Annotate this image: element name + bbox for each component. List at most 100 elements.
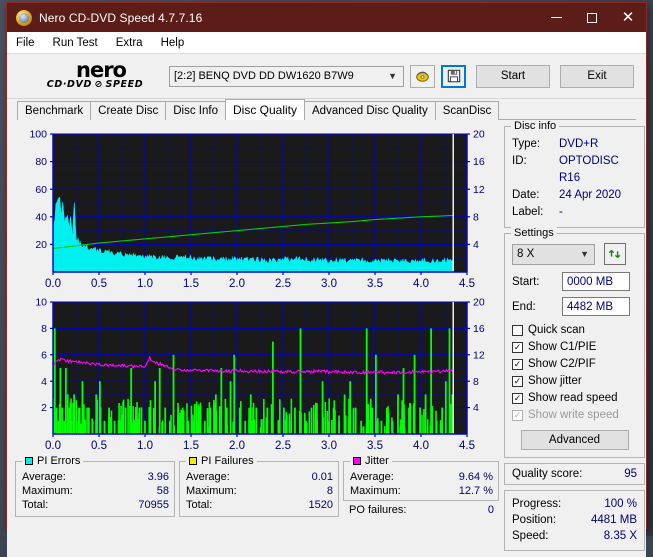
pi-errors-swatch [25, 457, 33, 465]
svg-text:1.0: 1.0 [137, 440, 153, 452]
quality-score-box: Quality score: 95 [504, 463, 645, 485]
quality-score-label: Quality score: [512, 468, 582, 480]
svg-text:6: 6 [41, 349, 47, 361]
progress-label: Progress: [512, 496, 561, 512]
svg-text:4.5: 4.5 [459, 440, 475, 452]
start-field-row: Start: 0000 MB [512, 272, 637, 291]
svg-text:2.5: 2.5 [275, 278, 291, 290]
title-bar: Nero CD-DVD Speed 4.7.7.16 ✕ [7, 3, 646, 32]
checkbox-checked-icon: ✓ [512, 359, 523, 370]
disc-info-label: Disc info [511, 120, 559, 132]
svg-text:40: 40 [35, 211, 47, 223]
floppy-save-icon[interactable] [441, 65, 466, 88]
disc-quality-panel: 20406080100481216200.00.51.01.52.02.53.0… [7, 120, 646, 557]
pi-errors-average-label: Average: [22, 470, 66, 484]
stats-row: PI Errors Average: 3.96 Maximum: 58 Tota… [15, 461, 499, 517]
pi-errors-total-value: 70955 [138, 498, 169, 512]
window-title: Nero CD-DVD Speed 4.7.7.16 [39, 11, 202, 25]
speed-select[interactable]: 8 X ▼ [512, 244, 595, 265]
start-button[interactable]: Start [476, 65, 550, 88]
menu-run-test[interactable]: Run Test [53, 35, 107, 51]
menu-help[interactable]: Help [161, 35, 194, 51]
pi-failures-average-value: 0.01 [312, 470, 333, 484]
svg-text:0.0: 0.0 [45, 440, 61, 452]
exit-button[interactable]: Exit [560, 65, 634, 88]
menu-extra[interactable]: Extra [116, 35, 152, 51]
checkbox-checked-icon: ✓ [512, 342, 523, 353]
menu-bar: File Run Test Extra Help [7, 32, 646, 54]
minimize-icon[interactable] [538, 3, 574, 32]
progress-value: 100 % [604, 496, 637, 512]
jitter-average-value: 9.64 % [459, 470, 493, 484]
svg-text:20: 20 [473, 297, 485, 309]
tab-disc-quality[interactable]: Disc Quality [225, 99, 305, 120]
speed-select-value: 8 X [517, 248, 534, 260]
po-failures-value: 0 [488, 503, 494, 517]
disc-id-value: OPTODISC R16 [559, 153, 637, 187]
table-row: Average: 3.96 [22, 470, 169, 484]
svg-text:1.0: 1.0 [137, 278, 153, 290]
nero-cd-dvd-speed-window: Nero CD-DVD Speed 4.7.7.16 ✕ File Run Te… [6, 2, 647, 529]
end-input[interactable]: 4482 MB [562, 297, 630, 316]
checkbox-checked-icon: ✓ [512, 376, 523, 387]
pi-failures-stats: PI Failures Average: 0.01 Maximum: 8 Tot… [179, 461, 339, 517]
disc-label-value: - [559, 204, 563, 221]
pif-jitter-chart: 246810481216200.00.51.01.52.02.53.03.54.… [15, 294, 499, 456]
pi-errors-average-value: 3.96 [148, 470, 169, 484]
checkbox-show-read-speed[interactable]: ✓ Show read speed [512, 390, 637, 407]
checkbox-show-write-speed-label: Show write speed [528, 407, 619, 424]
drive-select-value: [2:2] BENQ DVD DD DW1620 B7W9 [174, 70, 354, 82]
svg-text:4: 4 [41, 376, 47, 388]
drive-select[interactable]: [2:2] BENQ DVD DD DW1620 B7W9 ▼ [169, 66, 404, 87]
jitter-maximum-label: Maximum: [350, 484, 401, 498]
table-row: Maximum: 8 [186, 484, 333, 498]
checkbox-show-c1-pie[interactable]: ✓ Show C1/PIE [512, 339, 637, 356]
tab-benchmark[interactable]: Benchmark [17, 101, 91, 120]
disc-date-value: 24 Apr 2020 [559, 187, 621, 204]
svg-text:2.5: 2.5 [275, 440, 291, 452]
end-label: End: [512, 301, 562, 313]
checkbox-quick-scan-label: Quick scan [528, 322, 585, 339]
checkbox-show-jitter-label: Show jitter [528, 373, 582, 390]
disc-info-date-row: Date: 24 Apr 2020 [512, 187, 637, 204]
svg-text:60: 60 [35, 184, 47, 196]
checkbox-show-jitter[interactable]: ✓ Show jitter [512, 373, 637, 390]
pi-failures-total-value: 1520 [309, 498, 333, 512]
refresh-icon[interactable] [604, 243, 626, 265]
svg-text:20: 20 [35, 239, 47, 251]
charts-column: 20406080100481216200.00.51.01.52.02.53.0… [15, 126, 499, 551]
pi-errors-title: PI Errors [37, 455, 80, 467]
checkbox-quick-scan[interactable]: Quick scan [512, 322, 637, 339]
table-row: Total: 70955 [22, 498, 169, 512]
tab-advanced-disc-quality[interactable]: Advanced Disc Quality [304, 101, 436, 120]
advanced-button[interactable]: Advanced [521, 430, 629, 450]
jitter-stats: Jitter Average: 9.64 % Maximum: 12.7 % [343, 461, 499, 501]
pi-errors-maximum-label: Maximum: [22, 484, 73, 498]
eject-disc-icon[interactable] [410, 65, 435, 88]
pi-failures-swatch [189, 457, 197, 465]
menu-file[interactable]: File [16, 35, 44, 51]
close-icon[interactable]: ✕ [610, 3, 646, 32]
tab-disc-info[interactable]: Disc Info [165, 101, 226, 120]
speed-row: 8 X ▼ [512, 243, 637, 265]
svg-text:10: 10 [35, 297, 47, 309]
svg-text:80: 80 [35, 156, 47, 168]
pi-errors-legend: PI Errors [22, 455, 83, 467]
tab-scandisc[interactable]: ScanDisc [435, 101, 500, 120]
start-input[interactable]: 0000 MB [562, 272, 630, 291]
pi-failures-maximum-value: 8 [327, 484, 333, 498]
checkbox-show-write-speed: ✓ Show write speed [512, 407, 637, 424]
maximize-icon[interactable] [574, 3, 610, 32]
nero-logo-subtitle: CD·DVD ⊘ SPEED [25, 79, 165, 90]
jitter-swatch [353, 457, 361, 465]
tab-create-disc[interactable]: Create Disc [90, 101, 166, 120]
svg-text:2: 2 [41, 402, 47, 414]
checkbox-show-c2-pif[interactable]: ✓ Show C2/PIF [512, 356, 637, 373]
pi-errors-stats: PI Errors Average: 3.96 Maximum: 58 Tota… [15, 461, 175, 517]
checkbox-checked-disabled-icon: ✓ [512, 410, 523, 421]
svg-text:12: 12 [473, 184, 485, 196]
svg-text:0.0: 0.0 [45, 278, 61, 290]
svg-text:16: 16 [473, 323, 485, 335]
nero-logo-word: nero [25, 62, 165, 79]
disc-info-group: Disc info Type: DVD+R ID: OPTODISC R16 D… [504, 126, 645, 228]
